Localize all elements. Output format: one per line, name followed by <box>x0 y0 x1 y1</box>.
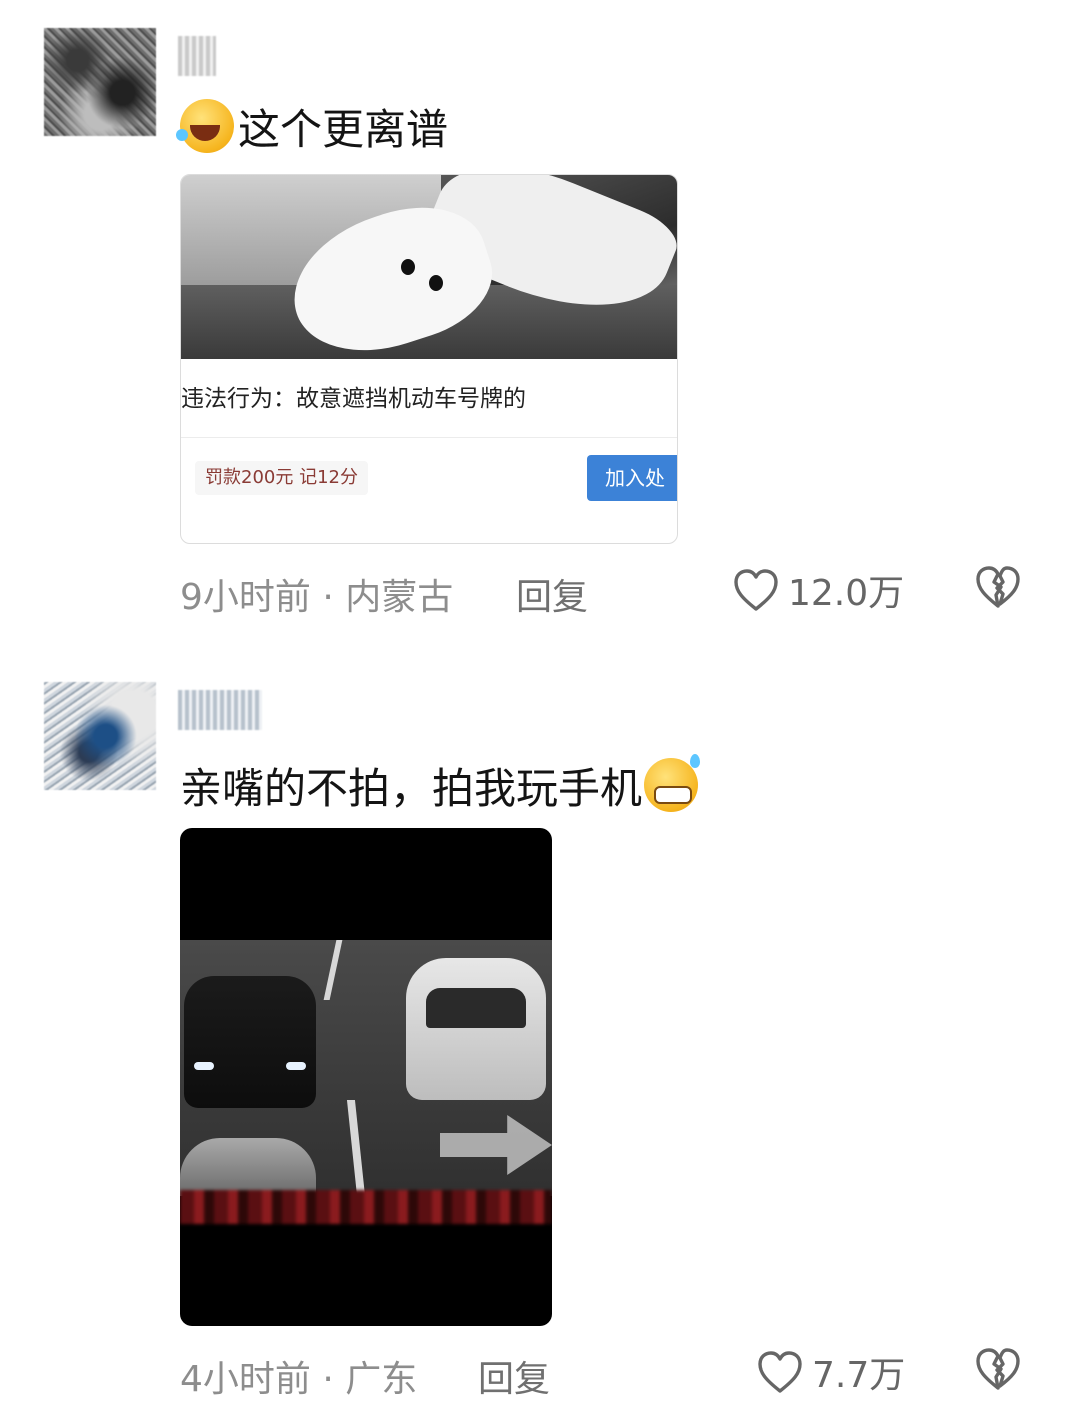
fine-badge: 罚款200元 记12分 <box>195 461 368 495</box>
like-count: 12.0万 <box>788 573 905 614</box>
bird-eye <box>401 259 415 275</box>
broken-heart-icon[interactable] <box>974 1346 1022 1392</box>
grimacing-sweat-emoji-icon <box>644 754 701 812</box>
laughing-crying-emoji-icon <box>176 99 234 153</box>
blurred-caption-bar <box>180 1190 552 1224</box>
comment-text: 亲嘴的不拍，拍我玩手机 <box>180 763 643 813</box>
reply-button[interactable]: 回复 <box>478 1350 550 1402</box>
card-action-button[interactable]: 加入处 <box>587 455 677 501</box>
like-button[interactable]: 12.0万 <box>732 564 904 616</box>
black-car <box>184 976 316 1108</box>
comment-text-row: 这个更离谱 <box>176 98 449 154</box>
like-button[interactable]: 7.7万 <box>756 1346 905 1398</box>
comment-meta: 9小时前 · 内蒙古 回复 12.0万 <box>180 564 1040 618</box>
traffic-camera-scene <box>180 940 552 1196</box>
card-image <box>181 175 677 359</box>
card-title: 违法行为：故意遮挡机动车号牌的 <box>181 386 526 412</box>
avatar[interactable] <box>44 682 156 790</box>
time-location: 9小时前 · 内蒙古 <box>180 577 454 618</box>
comment-item: 亲嘴的不拍，拍我玩手机 4小时前 · 广东 回复 7.7万 <box>0 660 1080 1421</box>
lane-marking <box>323 940 343 1000</box>
divider <box>181 437 677 438</box>
bird-eye <box>429 275 443 291</box>
windshield <box>426 988 526 1028</box>
username-blurred[interactable] <box>178 690 262 730</box>
comment-photo[interactable] <box>180 828 552 1326</box>
username-blurred[interactable] <box>178 36 216 76</box>
comment-text: 这个更离谱 <box>238 104 449 154</box>
lane-marking <box>346 1100 366 1196</box>
grey-car <box>180 1138 316 1196</box>
comment-text-row: 亲嘴的不拍，拍我玩手机 <box>180 754 701 814</box>
heart-outline-icon <box>758 1351 802 1393</box>
violation-card[interactable]: 违法行为：故意遮挡机动车号牌的 罚款200元 记12分 加入处 <box>180 174 678 544</box>
avatar[interactable] <box>44 28 156 136</box>
road-arrow <box>440 1115 552 1175</box>
reply-button[interactable]: 回复 <box>516 568 588 620</box>
comment-item: 这个更离谱 违法行为：故意遮挡机动车号牌的 罚款200元 记12分 加入处 9小… <box>0 0 1080 640</box>
like-count: 7.7万 <box>812 1355 906 1396</box>
time-location: 4小时前 · 广东 <box>180 1359 418 1400</box>
heart-outline-icon <box>734 569 778 611</box>
broken-heart-icon[interactable] <box>974 564 1022 610</box>
white-car <box>406 958 546 1100</box>
comment-meta: 4小时前 · 广东 回复 7.7万 <box>180 1346 1040 1400</box>
